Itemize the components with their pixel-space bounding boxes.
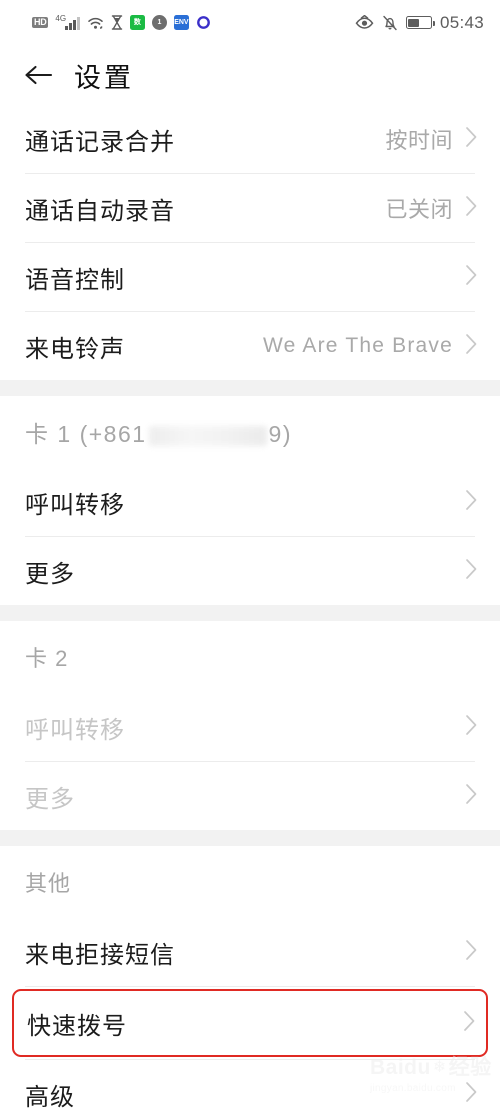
section-header-other: 其他 xyxy=(0,846,500,918)
list-item-sim1-1[interactable]: 更多 xyxy=(0,537,500,605)
list-item-general-3[interactable]: 来电铃声 We Are The Brave xyxy=(0,312,500,380)
chevron-right-icon xyxy=(466,939,477,960)
list-item-label: 来电拒接短信 xyxy=(25,941,175,969)
section-header-sim2: 卡 2 xyxy=(0,621,500,693)
section-header-suffix: 9) xyxy=(268,421,292,447)
list-item-sim1-0[interactable]: 呼叫转移 xyxy=(0,468,500,536)
list-item-label: 来电铃声 xyxy=(25,335,125,363)
list-item-general-0[interactable]: 通话记录合并 按时间 xyxy=(0,105,500,173)
list-item-general-1[interactable]: 通话自动录音 已关闭 xyxy=(0,174,500,242)
chevron-right-icon xyxy=(466,333,477,354)
section-header-label: 卡 2 xyxy=(25,641,68,673)
signal-4g-icon: 4G xyxy=(55,14,80,30)
phone-screen: HD 4G 数 1 ENV 05:43 设置 通话记录合并 按时间 通话自动录音… xyxy=(0,0,500,1111)
eye-off-icon xyxy=(355,15,374,30)
section-divider-band xyxy=(0,830,500,846)
app-ring-icon xyxy=(196,15,211,30)
chevron-right-icon xyxy=(466,714,477,735)
highlighted-row-wrapper: 快速拨号 xyxy=(0,987,500,1059)
chevron-right-icon xyxy=(466,558,477,579)
list-item-other-1[interactable]: 快速拨号 xyxy=(12,989,488,1057)
hourglass-icon xyxy=(111,15,123,30)
list-item-sim2-1: 更多 xyxy=(0,762,500,830)
bell-muted-icon xyxy=(382,15,398,31)
chevron-right-icon xyxy=(465,558,478,585)
chevron-right-icon xyxy=(465,264,478,291)
list-item-label: 呼叫转移 xyxy=(25,716,125,744)
section-header-prefix: 卡 2 xyxy=(25,646,69,671)
app-blue-icon: ENV xyxy=(173,15,189,30)
section-header-sim1: 卡 1 (+861 9) xyxy=(0,396,500,468)
app-header: 设置 xyxy=(0,45,500,105)
chevron-right-icon xyxy=(465,939,478,966)
chevron-right-icon xyxy=(465,126,478,153)
list-item-label: 呼叫转移 xyxy=(25,491,125,519)
chevron-right-icon xyxy=(466,489,477,510)
section-header-label: 卡 1 (+861 9) xyxy=(25,415,292,449)
app-circle-icon: 1 xyxy=(151,15,167,30)
chevron-right-icon xyxy=(466,126,477,147)
list-item-sim2-0: 呼叫转移 xyxy=(0,693,500,761)
battery-icon xyxy=(405,16,435,29)
list-item-label: 高级 xyxy=(25,1083,75,1111)
section-header-prefix: 卡 1 (+861 xyxy=(25,421,147,447)
list-item-general-2[interactable]: 语音控制 xyxy=(0,243,500,311)
chevron-right-icon xyxy=(466,1081,477,1102)
chevron-right-icon xyxy=(465,783,478,810)
settings-list: 通话记录合并 按时间通话自动录音 已关闭语音控制来电铃声 We Are The Bra… xyxy=(0,105,500,1111)
chevron-right-icon xyxy=(466,264,477,285)
chevron-right-icon xyxy=(465,1081,478,1108)
list-item-label: 通话记录合并 xyxy=(25,128,175,156)
chevron-right-icon xyxy=(466,195,477,216)
network-type-label: 4G xyxy=(55,14,67,23)
list-item-label: 快速拨号 xyxy=(27,1012,127,1040)
list-item-value: We Are The Brave xyxy=(262,334,453,357)
hd-icon: HD xyxy=(32,17,49,28)
section-divider-band xyxy=(0,380,500,396)
list-item-label: 更多 xyxy=(25,560,75,588)
status-bar-right-icons: 05:43 xyxy=(355,13,484,33)
section-divider-band xyxy=(0,605,500,621)
chevron-right-icon xyxy=(464,1010,475,1031)
list-item-other-0[interactable]: 来电拒接短信 xyxy=(0,918,500,986)
list-item-value: 按时间 xyxy=(385,128,453,153)
chevron-right-icon xyxy=(465,714,478,741)
status-bar-clock: 05:43 xyxy=(439,12,484,32)
list-item-label: 通话自动录音 xyxy=(25,197,175,225)
section-header-label: 其他 xyxy=(25,866,71,898)
section-header-prefix: 其他 xyxy=(25,871,72,896)
chevron-right-icon xyxy=(465,333,478,360)
page-title: 设置 xyxy=(74,62,134,93)
signal-bars xyxy=(65,17,80,30)
status-bar: HD 4G 数 1 ENV 05:43 xyxy=(0,0,500,45)
status-bar-left-icons: HD 4G 数 1 ENV xyxy=(32,14,211,30)
list-item-value: 已关闭 xyxy=(385,197,453,222)
wifi-icon xyxy=(87,16,104,30)
list-item-other-2[interactable]: 高级 xyxy=(0,1060,500,1111)
chevron-right-icon xyxy=(465,195,478,222)
list-item-label: 语音控制 xyxy=(25,266,125,294)
app-green-icon: 数 xyxy=(129,15,145,30)
chevron-right-icon xyxy=(466,783,477,804)
list-item-label: 更多 xyxy=(25,785,75,813)
redacted-phone-number xyxy=(148,425,267,446)
back-arrow-icon[interactable] xyxy=(22,58,56,92)
chevron-right-icon xyxy=(463,1010,476,1037)
chevron-right-icon xyxy=(465,489,478,516)
